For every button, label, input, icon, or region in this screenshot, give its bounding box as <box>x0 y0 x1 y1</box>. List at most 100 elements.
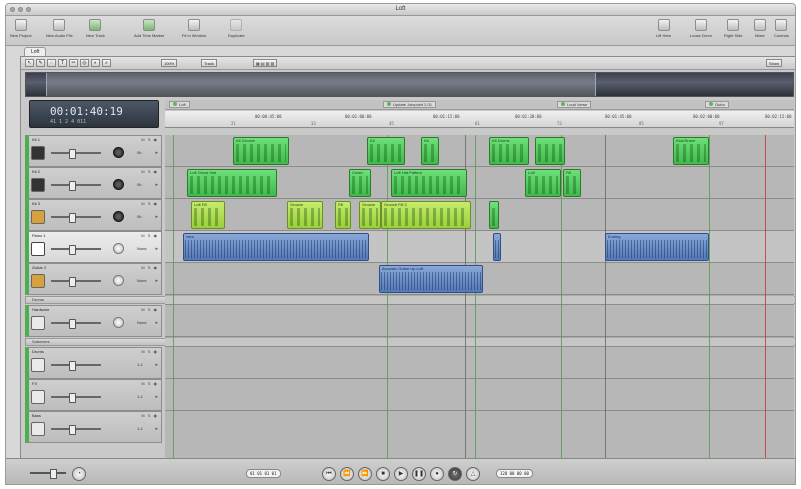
volume-slider[interactable] <box>51 361 101 371</box>
text-tool-icon[interactable]: T <box>58 59 67 67</box>
loose-drum-button[interactable]: Loose Drum <box>690 19 712 38</box>
region[interactable]: Kit Groove <box>233 137 289 165</box>
region[interactable] <box>535 137 565 165</box>
region[interactable]: Groove <box>287 201 323 229</box>
track-header-kit-2[interactable]: Kit 2 M S ◉ 0b ▸ <box>25 167 162 199</box>
tempo-field[interactable]: 128 00 00 00 <box>496 469 533 478</box>
pan-knob[interactable] <box>113 147 124 158</box>
chevron-right-icon[interactable]: ▸ <box>155 394 158 400</box>
region[interactable]: Loft <box>525 169 561 197</box>
duplicate-button[interactable]: Duplicate <box>228 19 245 38</box>
region[interactable]: Fill <box>563 169 581 197</box>
lane-hardware[interactable] <box>165 305 794 337</box>
pan-knob[interactable] <box>113 179 124 190</box>
volume-slider[interactable] <box>51 425 101 435</box>
region[interactable]: Groove <box>359 201 381 229</box>
chevron-right-icon[interactable]: ▸ <box>155 150 158 156</box>
pointer-tool-icon[interactable]: ↖ <box>25 59 34 67</box>
chevron-right-icon[interactable]: ▸ <box>155 246 158 252</box>
volume-slider[interactable] <box>51 213 101 223</box>
lane-kit-3[interactable] <box>165 199 794 231</box>
region[interactable] <box>489 201 499 229</box>
marker-loft[interactable]: Loft <box>169 101 190 108</box>
track-buttons[interactable]: M S ◉ <box>141 201 158 206</box>
region[interactable]: Acoustic Guitar Up Loft <box>379 265 483 293</box>
pencil-tool-icon[interactable]: ✎ <box>36 59 45 67</box>
forward-icon[interactable]: ⏩ <box>358 467 372 481</box>
track-buttons[interactable]: M S ◉ <box>141 169 158 174</box>
pan-knob[interactable] <box>113 243 124 254</box>
chevron-right-icon[interactable]: ▸ <box>155 182 158 188</box>
pan-knob[interactable] <box>113 317 124 328</box>
pan-knob[interactable] <box>113 211 124 222</box>
lane-fx[interactable] <box>165 379 794 411</box>
region[interactable]: Intro <box>183 233 369 261</box>
volume-slider[interactable] <box>51 277 101 287</box>
volume-slider[interactable] <box>51 393 101 403</box>
track-buttons[interactable]: M S ◉ <box>141 413 158 418</box>
chevron-right-icon[interactable]: ▸ <box>155 362 158 368</box>
region[interactable]: Crash <box>349 169 371 197</box>
track-header-hardware[interactable]: Hardware M S ◉ None ▸ <box>25 305 162 337</box>
playhead[interactable] <box>765 135 766 465</box>
chevron-right-icon[interactable]: ▸ <box>155 320 158 326</box>
go-to-start-icon[interactable]: ⏮ <box>322 467 336 481</box>
record-icon[interactable]: ● <box>430 467 444 481</box>
new-audio-file-button[interactable]: New Audio File <box>46 19 73 38</box>
track-buttons[interactable]: M S ◉ <box>141 137 158 142</box>
eraser-tool-icon[interactable]: ◌ <box>47 59 56 67</box>
volume-slider[interactable] <box>51 245 101 255</box>
chevron-right-icon[interactable]: ▸ <box>155 214 158 220</box>
region[interactable]: Kit <box>421 137 439 165</box>
snap-menu[interactable]: Track <box>201 59 217 67</box>
overview-visible-range[interactable] <box>46 73 596 96</box>
play-icon[interactable]: ▶ <box>394 467 408 481</box>
region[interactable]: Ending <box>605 233 709 261</box>
region[interactable]: Loft Ghost Hat <box>187 169 277 197</box>
pan-knob[interactable] <box>113 275 124 286</box>
lane-bass[interactable] <box>165 411 794 465</box>
region[interactable]: Kit Drums <box>489 137 529 165</box>
track-lanes[interactable]: Kit Groove Kit Kit Kit Drums Kick/Snare … <box>165 135 794 465</box>
volume-slider[interactable] <box>51 181 101 191</box>
region[interactable] <box>493 233 501 261</box>
volume-slider[interactable] <box>51 149 101 159</box>
mixer-button[interactable]: Mixer <box>754 19 766 38</box>
track-header-kit-3[interactable]: Kit 3 M S ◉ 0b ▸ <box>25 199 162 231</box>
track-buttons[interactable]: M S ◉ <box>141 265 158 270</box>
volume-slider[interactable] <box>51 319 101 329</box>
metronome-icon[interactable]: △ <box>466 467 480 481</box>
track-buttons[interactable]: M S ◉ <box>141 349 158 354</box>
region[interactable]: Loft Fill <box>191 201 225 229</box>
track-header-fx[interactable]: FX M S ◉ 1-2 ▸ <box>25 379 162 411</box>
track-header-guitar-2[interactable]: Guitar 2 M S ◉ None ▸ <box>25 263 162 295</box>
chevron-right-icon[interactable]: ▸ <box>155 426 158 432</box>
arrangement-overview[interactable] <box>25 72 794 97</box>
pause-icon[interactable]: ❚❚ <box>412 467 426 481</box>
cycle-icon[interactable]: ↻ <box>448 467 462 481</box>
new-track-button[interactable]: New Track <box>86 19 105 38</box>
region[interactable]: Fill <box>335 201 351 229</box>
master-volume-icon[interactable]: ◔ <box>72 467 86 481</box>
lift-here-button[interactable]: Lift Here <box>656 19 671 38</box>
fit-window-button[interactable]: Fit in Window <box>182 19 206 38</box>
tab-loft[interactable]: Loft <box>24 47 47 56</box>
glue-tool-icon[interactable]: ◎ <box>80 59 89 67</box>
new-project-button[interactable]: New Project <box>10 19 32 38</box>
marker-update[interactable]: Update Joinpoint 2.01 <box>383 101 436 108</box>
lane-drums[interactable] <box>165 347 794 379</box>
track-header-bass[interactable]: Bass M S ◉ 1-2 ▸ <box>25 411 162 443</box>
zoom-tool-icon[interactable]: ⌕ <box>102 59 111 67</box>
timeline-ruler[interactable]: 00:00:45:00 00:01:00:00 00:01:15:00 00:0… <box>165 111 794 128</box>
show-menu[interactable]: Show <box>766 59 783 67</box>
track-header-drums[interactable]: Drums M S ◉ 1-2 ▸ <box>25 347 162 379</box>
stop-icon[interactable]: ■ <box>376 467 390 481</box>
controls-button[interactable]: Controls <box>774 19 789 38</box>
scissors-tool-icon[interactable]: ✂ <box>69 59 78 67</box>
marker-loud-verse[interactable]: Loud Verse <box>557 101 592 108</box>
marker-outro[interactable]: Outro <box>705 101 730 108</box>
track-header-piano-1[interactable]: Piano 1 M S ◉ None ▸ <box>25 231 162 263</box>
right-side-button[interactable]: Right Side <box>724 19 742 38</box>
region[interactable]: Loft Hat Pattern <box>391 169 467 197</box>
master-volume-slider[interactable] <box>30 469 66 479</box>
